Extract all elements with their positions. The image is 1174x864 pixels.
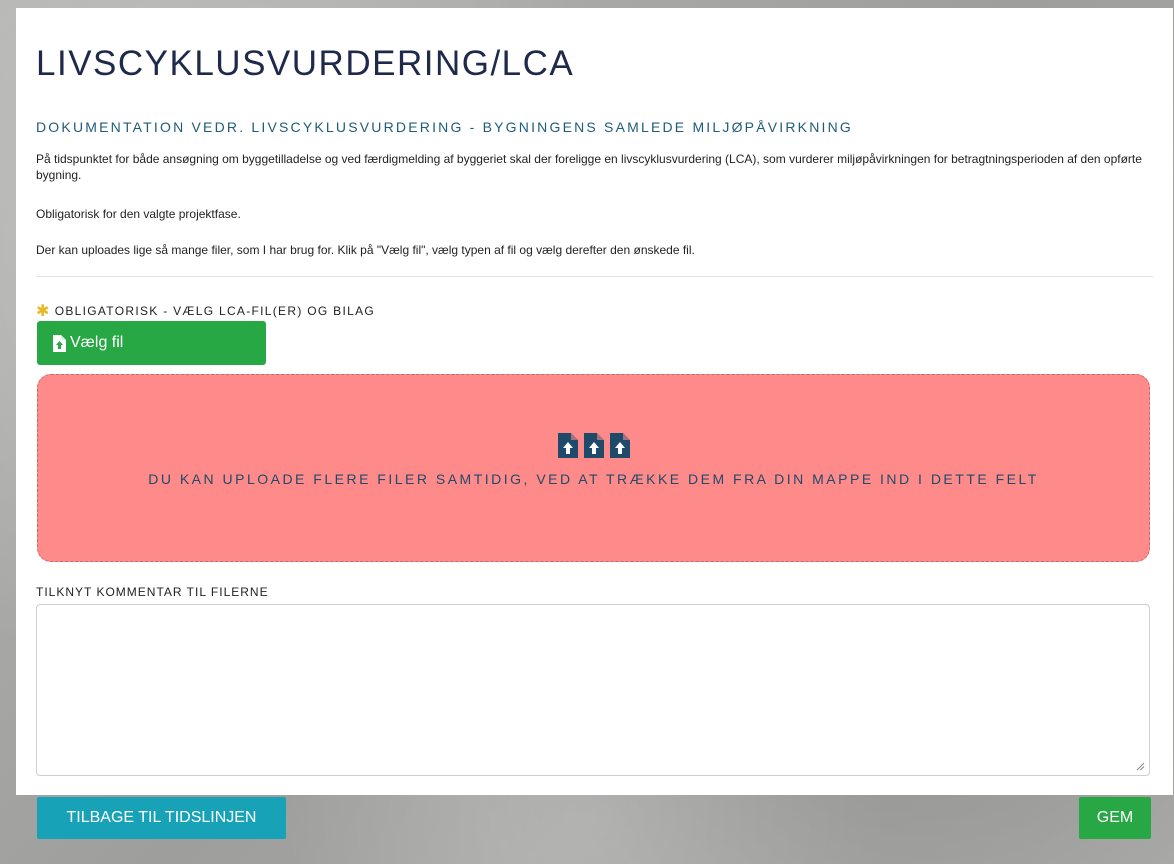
save-button[interactable]: GEM [1079,797,1151,839]
choose-file-label: Vælg fil [70,334,124,351]
upload-instructions: Der kan uploades lige så mange filer, so… [36,243,695,257]
required-label-text: OBLIGATORISK - VÆLG LCA-FIL(ER) OG BILAG [54,304,376,318]
resize-grip-icon[interactable] [1136,762,1145,771]
comment-textarea[interactable] [36,604,1150,776]
page-title: LIVSCYKLUSVURDERING/LCA [36,44,575,83]
file-upload-icon [53,334,66,352]
intro-paragraph: På tidspunktet for både ansøgning om byg… [36,152,1142,182]
comment-label: TILKNYT KOMMENTAR TIL FILERNE [36,585,269,599]
required-field-label: ✱ OBLIGATORISK - VÆLG LCA-FIL(ER) OG BILA… [36,300,375,320]
required-star-icon: ✱ [36,303,51,320]
divider [36,276,1153,277]
section-subtitle: DOKUMENTATION VEDR. LIVSCYKLUSVURDERING … [36,119,854,135]
mandatory-note: Obligatorisk for den valgte projektfase. [36,207,241,221]
dropzone-text: DU KAN UPLOADE FLERE FILER SAMTIDIG, VED… [148,471,1039,487]
file-dropzone[interactable]: DU KAN UPLOADE FLERE FILER SAMTIDIG, VED… [37,374,1150,562]
file-upload-icon [557,433,578,458]
dropzone-icons [38,433,1149,458]
file-upload-icon [583,433,604,458]
back-to-timeline-button[interactable]: TILBAGE TIL TIDSLINJEN [37,797,286,839]
lca-panel: LIVSCYKLUSVURDERING/LCA DOKUMENTATION VE… [16,8,1173,795]
file-upload-icon [609,433,630,458]
choose-file-button[interactable]: Vælg fil [37,321,266,365]
